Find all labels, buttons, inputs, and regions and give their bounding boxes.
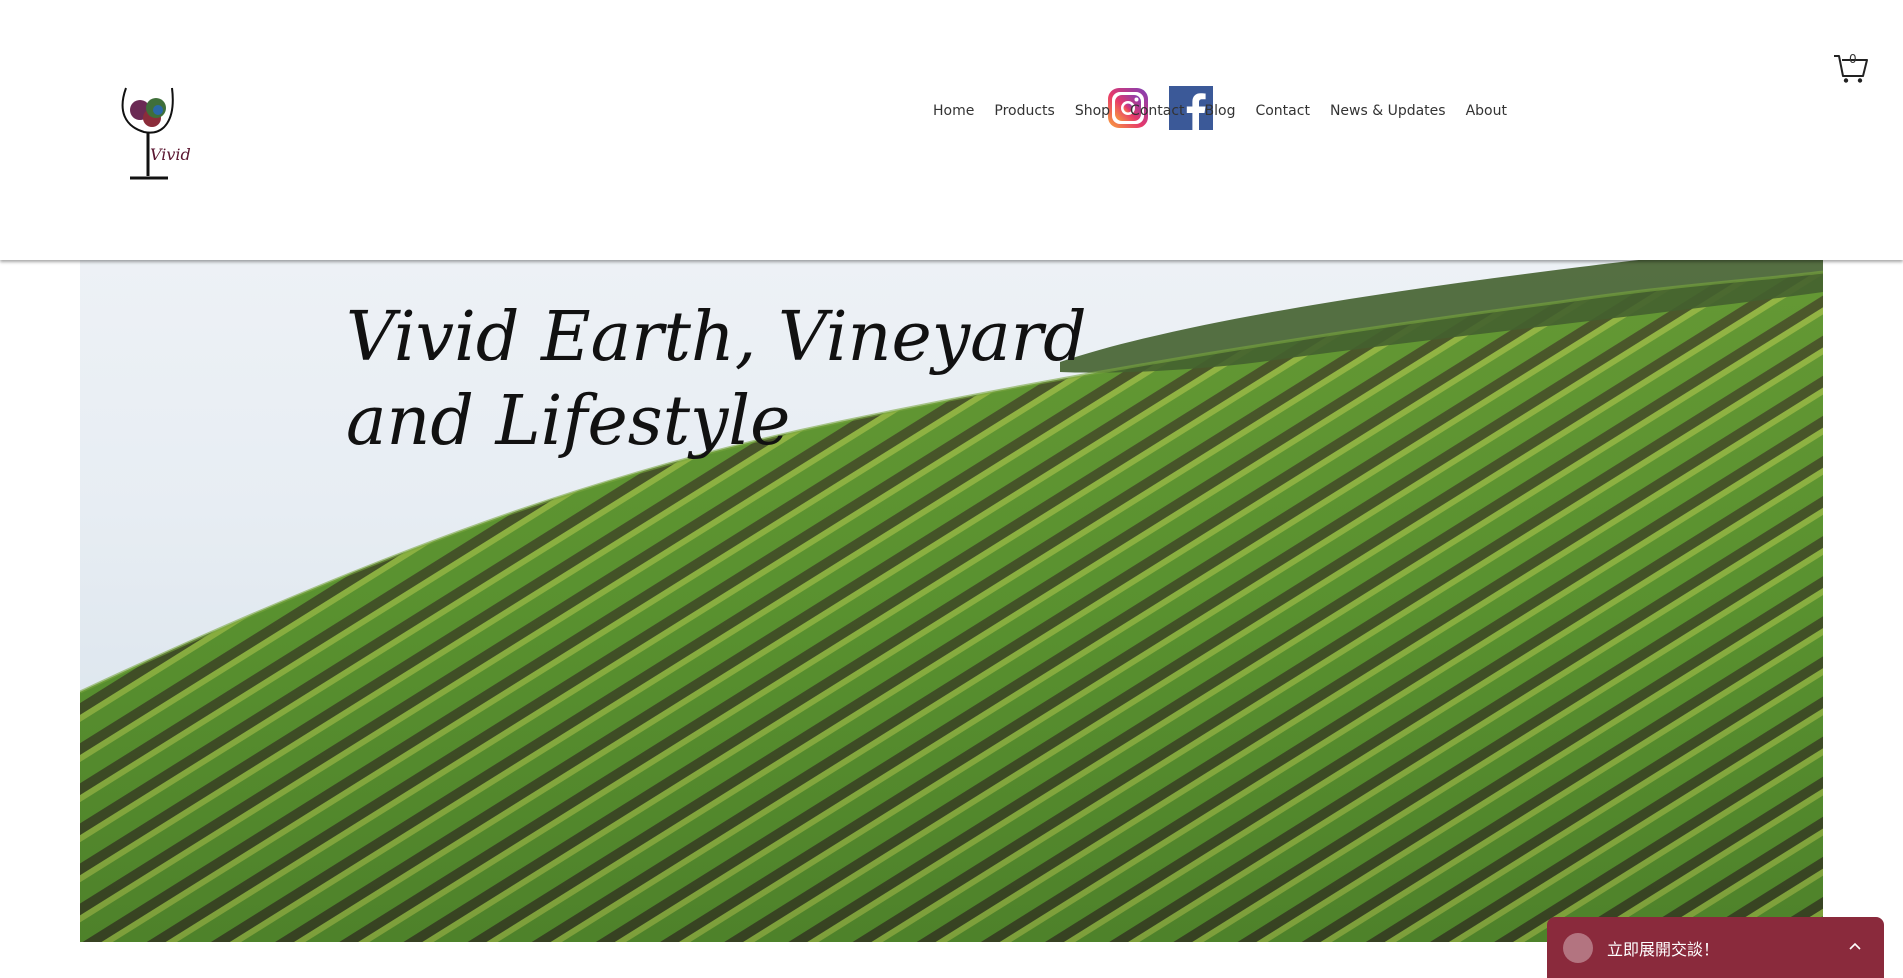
nav-contact[interactable]: Contact bbox=[1130, 103, 1184, 119]
chevron-up-icon[interactable] bbox=[1848, 939, 1862, 953]
hero-title-line1: Vivid Earth, Vineyard bbox=[346, 298, 1087, 377]
cart-count: 0 bbox=[1849, 52, 1857, 66]
nav-news-updates[interactable]: News & Updates bbox=[1330, 103, 1446, 119]
chat-widget[interactable]: 立即展開交談！ bbox=[1547, 917, 1884, 978]
nav-about[interactable]: About bbox=[1466, 103, 1507, 119]
site-logo[interactable]: Vivid bbox=[116, 80, 212, 188]
cart-button[interactable]: 0 bbox=[1833, 50, 1869, 84]
hero-title: Vivid Earth, Vineyard and Lifestyle bbox=[346, 296, 1106, 464]
hero-banner: Vivid Earth, Vineyard and Lifestyle bbox=[80, 222, 1823, 942]
nav-shop[interactable]: Shop bbox=[1075, 103, 1110, 119]
nav-home[interactable]: Home bbox=[933, 103, 974, 119]
wine-glass-globe-logo: Vivid bbox=[121, 87, 191, 180]
chat-face-icon bbox=[1563, 932, 1593, 963]
nav-blog[interactable]: Blog bbox=[1205, 103, 1236, 119]
nav-contact-2[interactable]: Contact bbox=[1255, 103, 1309, 119]
site-header: Vivid Home Products Shop Contact Blog Co… bbox=[0, 0, 1903, 260]
hero-title-line2: and Lifestyle bbox=[346, 382, 791, 461]
nav-products[interactable]: Products bbox=[994, 103, 1054, 119]
main-nav: Home Products Shop Contact Blog Contact … bbox=[933, 98, 1507, 124]
chat-label: 立即展開交談！ bbox=[1607, 939, 1720, 959]
logo-wordmark: Vivid bbox=[150, 145, 191, 164]
